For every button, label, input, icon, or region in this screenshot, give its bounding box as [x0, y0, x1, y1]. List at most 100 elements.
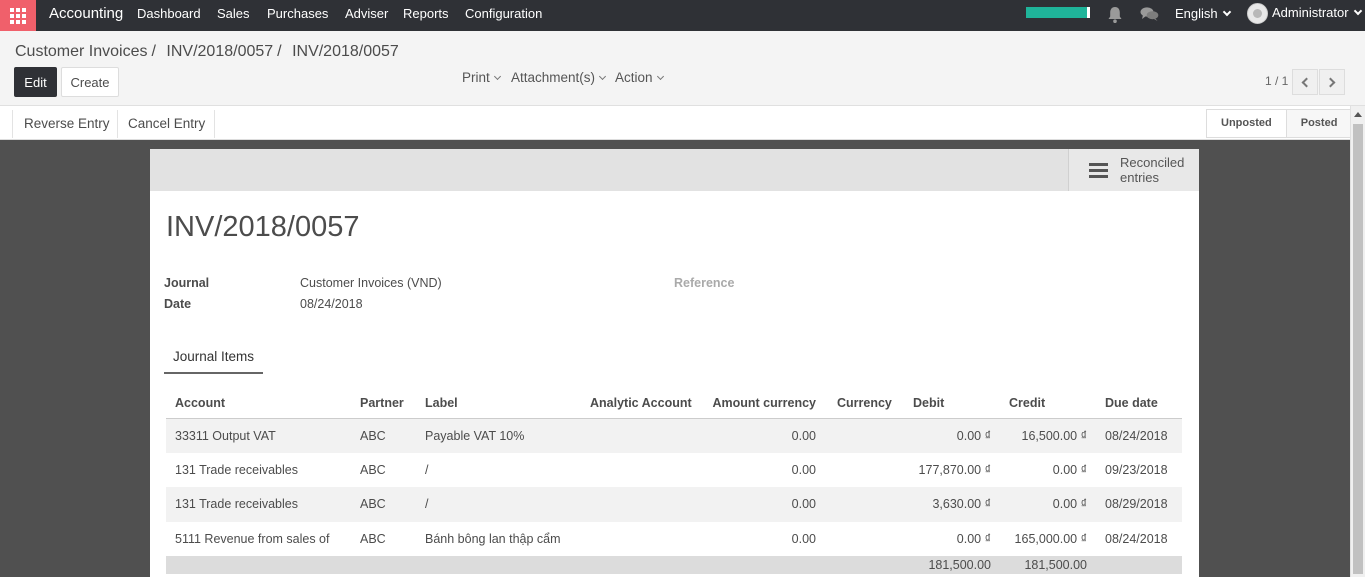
cell-analytic-account: [581, 487, 703, 522]
cell-account: 5111 Revenue from sales of: [175, 531, 330, 546]
cell-label: /: [425, 462, 429, 477]
user-menu[interactable]: Administrator: [1272, 5, 1362, 20]
form-statusbar: Reverse Entry Cancel Entry Unposted Post…: [0, 106, 1353, 140]
cell-partner: ABC: [360, 531, 386, 546]
cell-due-date: 08/24/2018: [1096, 418, 1182, 453]
column-amount-currency[interactable]: Amount currency: [703, 388, 828, 419]
journal-items-table: Account Partner Label Analytic Account A…: [166, 388, 1182, 574]
cell-debit: 177,870.00 ₫: [918, 462, 991, 477]
menu-purchases[interactable]: Purchases: [267, 6, 328, 21]
language-selector[interactable]: English: [1175, 6, 1231, 21]
avatar[interactable]: [1247, 3, 1268, 24]
cell-amount-currency: 0.00: [703, 487, 828, 522]
journal-value[interactable]: Customer Invoices (VND): [300, 276, 442, 290]
chevron-down-icon: [1353, 6, 1362, 16]
cell-due-date: 09/23/2018: [1105, 462, 1168, 477]
status-pipeline: Unposted Posted: [1206, 109, 1353, 138]
cell-amount-currency: 0.00: [791, 462, 816, 477]
menu-sales[interactable]: Sales: [217, 6, 250, 21]
reverse-entry-button[interactable]: Reverse Entry: [14, 112, 120, 136]
action-label: Action: [615, 70, 653, 85]
cell-partner: ABC: [351, 487, 416, 522]
column-account[interactable]: Account: [166, 388, 351, 419]
cancel-entry-button[interactable]: Cancel Entry: [118, 112, 216, 136]
chevron-left-icon: [1301, 77, 1312, 87]
cell-analytic-account: [581, 453, 703, 488]
table-row[interactable]: 5111 Revenue from sales of ABC Bánh bông l…: [166, 522, 1182, 557]
table-row[interactable]: 131 Trade receivables ABC/0.00 3,630.00 ₫ 0…: [166, 487, 1182, 522]
scrollbar-thumb[interactable]: [1353, 124, 1363, 574]
language-label: English: [1175, 6, 1218, 21]
print-label: Print: [462, 70, 490, 85]
date-value: 08/24/2018: [300, 297, 363, 311]
table-row[interactable]: 33311 Output VAT ABC Payable VAT 10% 0.00 0.…: [166, 418, 1182, 453]
status-unposted[interactable]: Unposted: [1207, 110, 1286, 137]
top-navbar: Accounting Dashboard Sales Purchases Adv…: [0, 0, 1365, 31]
chevron-down-icon: [1222, 7, 1231, 17]
cell-credit: 165,000.00 ₫: [1014, 531, 1087, 546]
chevron-down-icon: [493, 72, 501, 81]
total-debit: 181,500.00: [904, 556, 1000, 574]
list-icon: [1089, 163, 1108, 181]
attachment-dropdown[interactable]: Attachment(s): [511, 70, 607, 85]
breadcrumb: Customer Invoices / INV/2018/0057/ INV/20…: [15, 43, 399, 61]
table-row[interactable]: 131 Trade receivables ABC / 0.00 177,870.00 …: [166, 453, 1182, 488]
create-button[interactable]: Create: [61, 67, 119, 97]
column-debit[interactable]: Debit: [904, 388, 1000, 419]
divider: [12, 110, 13, 138]
column-credit[interactable]: Credit: [1000, 388, 1096, 419]
cell-amount-currency: 0.00: [791, 531, 816, 546]
menu-configuration[interactable]: Configuration: [465, 6, 542, 21]
column-due-date[interactable]: Due date: [1096, 388, 1182, 419]
menu-adviser[interactable]: Adviser: [345, 6, 388, 21]
column-currency[interactable]: Currency: [828, 388, 904, 419]
pager-next-button[interactable]: [1319, 69, 1345, 95]
chevron-down-icon: [656, 72, 664, 81]
cell-currency: [828, 418, 904, 453]
reconciled-entries-button[interactable]: Reconciled entries: [1068, 149, 1199, 191]
journal-label: Journal: [164, 276, 210, 290]
column-partner[interactable]: Partner: [351, 388, 416, 419]
cell-partner: ABC: [360, 462, 386, 477]
apps-menu-button[interactable]: [0, 0, 36, 31]
progress-fill: [1026, 7, 1087, 18]
user-name: Administrator: [1272, 5, 1349, 20]
apps-grid-icon: [10, 7, 26, 24]
totals-spacer: [1096, 556, 1182, 574]
vertical-scrollbar[interactable]: [1350, 106, 1365, 577]
cell-analytic-account: [581, 418, 703, 453]
bell-icon[interactable]: [1107, 6, 1123, 24]
cell-label: Bánh bông lan thập cẩm: [425, 531, 561, 546]
control-panel: Customer Invoices / INV/2018/0057/ INV/20…: [0, 31, 1365, 106]
print-dropdown[interactable]: Print: [462, 70, 501, 85]
cell-due-date: 08/29/2018: [1096, 487, 1182, 522]
action-dropdown[interactable]: Action: [615, 70, 664, 85]
menu-dashboard[interactable]: Dashboard: [137, 6, 201, 21]
cell-currency: [828, 453, 904, 488]
chevron-right-icon: [1325, 77, 1336, 87]
pager-previous-button[interactable]: [1292, 69, 1318, 95]
attachment-label: Attachment(s): [511, 70, 596, 85]
cell-debit: 0.00 ₫: [956, 531, 991, 546]
journal-items-body: 33311 Output VAT ABC Payable VAT 10% 0.00 0.…: [166, 418, 1182, 556]
column-analytic-account[interactable]: Analytic Account: [581, 388, 703, 419]
cell-account: 131 Trade receivables: [175, 462, 298, 477]
cell-credit: 0.00 ₫: [1000, 487, 1096, 522]
pager-value[interactable]: 1 / 1: [1265, 74, 1288, 88]
cell-partner: ABC: [351, 418, 416, 453]
breadcrumb-item-customer-invoices[interactable]: Customer Invoices: [15, 43, 148, 60]
column-label[interactable]: Label: [416, 388, 581, 419]
status-posted[interactable]: Posted: [1285, 110, 1352, 137]
tab-journal-items[interactable]: Journal Items: [164, 349, 264, 374]
app-name[interactable]: Accounting: [49, 5, 123, 22]
button-box: Reconciled entries: [150, 149, 1199, 191]
cell-account: 33311 Output VAT: [166, 418, 351, 453]
breadcrumb-item-current: INV/2018/0057: [292, 43, 399, 60]
scroll-up-arrow-icon[interactable]: [1354, 112, 1362, 117]
edit-button[interactable]: Edit: [14, 67, 57, 97]
menu-reports[interactable]: Reports: [403, 6, 449, 21]
cell-credit: 0.00 ₫: [1052, 462, 1087, 477]
breadcrumb-item-invoice[interactable]: INV/2018/0057: [166, 43, 273, 60]
cell-due-date: 08/24/2018: [1105, 531, 1168, 546]
chat-icon[interactable]: [1140, 6, 1159, 22]
